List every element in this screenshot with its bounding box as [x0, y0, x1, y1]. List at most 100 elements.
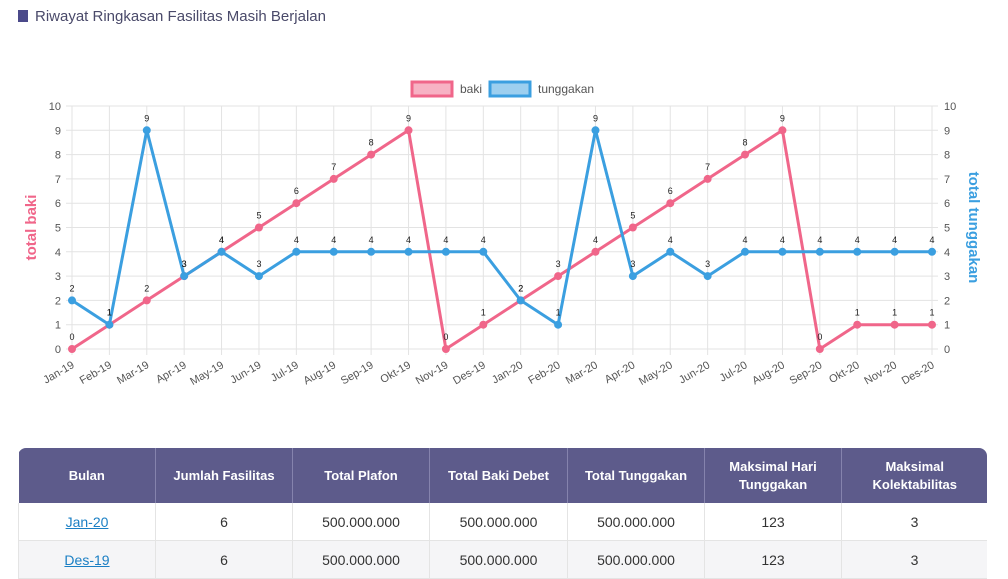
- x-tick-label: Feb-19: [78, 359, 114, 387]
- x-tick-label: May-20: [637, 359, 675, 388]
- data-point-baki: [928, 320, 936, 329]
- x-tick-label: Apr-20: [603, 359, 638, 386]
- data-label-tunggakan: 4: [743, 235, 748, 245]
- x-tick-label: Sep-20: [788, 359, 825, 387]
- data-label-baki: 5: [630, 211, 635, 221]
- y-tick-label-left: 9: [55, 125, 61, 137]
- column-header-maksimal-hari-tunggakan[interactable]: Maksimal Hari Tunggakan: [704, 448, 842, 503]
- data-label-tunggakan: 3: [256, 259, 261, 269]
- data-label-baki: 8: [743, 138, 748, 148]
- column-header-maksimal-kolektabilitas[interactable]: Maksimal Kolektabilitas: [841, 448, 987, 503]
- data-point-tunggakan: [741, 247, 750, 256]
- x-tick-label: Des-19: [451, 359, 488, 387]
- data-label-tunggakan: 3: [182, 259, 187, 269]
- column-header-jumlah-fasilitas[interactable]: Jumlah Fasilitas: [155, 448, 293, 503]
- x-tick-label: Jul-19: [269, 359, 301, 384]
- table-row: Jan-20 6 500.000.000 500.000.000 500.000…: [18, 503, 987, 541]
- data-point-baki: [404, 126, 413, 135]
- data-label-tunggakan: 4: [369, 235, 374, 245]
- data-point-tunggakan: [666, 247, 675, 256]
- x-tick-label: Jun-20: [677, 359, 712, 386]
- cell-bulan: Des-19: [18, 540, 156, 579]
- data-label-tunggakan: 4: [406, 235, 411, 245]
- y-tick-label-left: 5: [55, 223, 61, 235]
- cell-jumlah-fasilitas: 6: [155, 503, 293, 541]
- data-label-baki: 9: [406, 113, 411, 123]
- data-point-baki: [441, 345, 450, 353]
- cell-maksimal-hari-tunggakan: 123: [704, 540, 842, 579]
- x-tick-label: Nov-19: [414, 359, 451, 387]
- cell-total-tunggakan: 500.000.000: [567, 503, 705, 541]
- data-point-tunggakan: [591, 126, 600, 135]
- y-tick-label-left: 1: [55, 320, 61, 332]
- data-point-tunggakan: [703, 272, 712, 281]
- data-label-baki: 9: [780, 113, 785, 123]
- x-tick-label: May-19: [188, 359, 226, 388]
- data-label-baki: 0: [69, 332, 74, 342]
- data-point-baki: [68, 345, 76, 353]
- y-axis-title-left: total baki: [23, 195, 40, 261]
- month-link[interactable]: Des-19: [64, 552, 109, 568]
- data-point-baki: [815, 345, 824, 353]
- y-tick-label-left: 0: [55, 344, 61, 356]
- data-label-tunggakan: 4: [294, 235, 299, 245]
- cell-total-tunggakan: 500.000.000: [567, 540, 705, 579]
- data-label-baki: 2: [144, 283, 149, 293]
- y-tick-label-left: 6: [55, 198, 61, 210]
- data-label-tunggakan: 3: [630, 259, 635, 269]
- chart-grid: [66, 105, 938, 355]
- legend-label-baki: baki: [460, 82, 482, 96]
- data-point-tunggakan: [329, 247, 338, 256]
- data-label-baki: 5: [256, 211, 261, 221]
- cell-maksimal-hari-tunggakan: 123: [704, 503, 842, 541]
- column-header-total-plafon[interactable]: Total Plafon: [292, 448, 430, 503]
- data-point-tunggakan: [853, 247, 862, 256]
- data-label-baki: 8: [369, 138, 374, 148]
- data-label-tunggakan: 4: [855, 235, 860, 245]
- column-header-total-baki-debet[interactable]: Total Baki Debet: [429, 448, 568, 503]
- data-point-baki: [142, 296, 151, 305]
- data-point-baki: [628, 223, 637, 232]
- x-tick-label: Nov-20: [862, 359, 899, 387]
- data-label-tunggakan: 4: [817, 235, 822, 245]
- data-label-tunggakan: 4: [331, 235, 336, 245]
- data-label-tunggakan: 4: [481, 235, 486, 245]
- table-row: Des-19 6 500.000.000 500.000.000 500.000…: [18, 540, 987, 579]
- data-label-tunggakan: 4: [443, 235, 448, 245]
- data-label-baki: 0: [817, 332, 822, 342]
- x-tick-label: Mar-19: [115, 359, 151, 387]
- cell-total-baki-debet: 500.000.000: [429, 503, 568, 541]
- data-point-baki: [367, 150, 376, 159]
- cell-total-plafon: 500.000.000: [292, 503, 430, 541]
- y-tick-label-right: 4: [944, 247, 950, 259]
- column-header-bulan[interactable]: Bulan: [18, 448, 156, 503]
- y-tick-label-right: 8: [944, 150, 950, 162]
- data-point-tunggakan: [890, 247, 899, 256]
- data-label-baki: 1: [892, 308, 897, 318]
- x-tick-label: Sep-19: [339, 359, 376, 387]
- cell-total-plafon: 500.000.000: [292, 540, 430, 579]
- data-label-baki: 1: [481, 308, 486, 318]
- column-header-total-tunggakan[interactable]: Total Tunggakan: [567, 448, 705, 503]
- data-label-baki: 4: [593, 235, 598, 245]
- chart-axes: 0 01 12 23 34 45 56 67 78 89 910 10Jan-19 Feb-19 Mar-…: [23, 101, 982, 388]
- data-label-tunggakan: 2: [518, 283, 523, 293]
- data-point-tunggakan: [815, 247, 824, 256]
- data-label-baki: 3: [556, 259, 561, 269]
- legend-item-tunggakan: tunggakan: [488, 80, 594, 98]
- y-tick-label-left: 4: [55, 247, 61, 259]
- data-label-tunggakan: 9: [593, 113, 598, 123]
- facility-history-chart: 0 01 12 23 34 45 56 67 78 89 910 10Jan-19 Feb-19 Mar-…: [23, 80, 982, 388]
- data-label-tunggakan: 2: [69, 283, 74, 293]
- data-label-tunggakan: 4: [219, 235, 224, 245]
- x-tick-label: Aug-20: [750, 359, 787, 387]
- data-point-tunggakan: [68, 296, 76, 305]
- data-label-tunggakan: 4: [780, 235, 785, 245]
- data-point-tunggakan: [367, 247, 376, 256]
- x-tick-label: Jan-19: [41, 359, 76, 386]
- data-label-tunggakan: 4: [892, 235, 897, 245]
- data-label-baki: 1: [855, 308, 860, 318]
- month-link[interactable]: Jan-20: [66, 514, 109, 530]
- cell-total-baki-debet: 500.000.000: [429, 540, 568, 579]
- y-tick-label-right: 6: [944, 198, 950, 210]
